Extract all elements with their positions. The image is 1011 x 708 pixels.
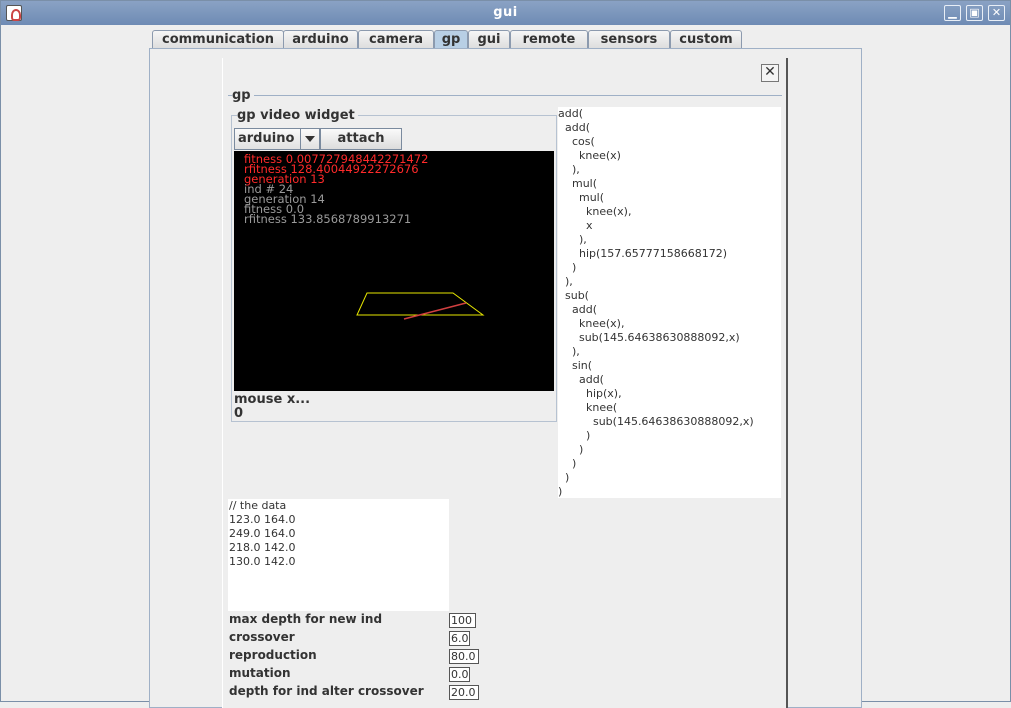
param-input[interactable]: 80.0 [449,649,479,664]
param-label: mutation [229,666,291,680]
tab-custom[interactable]: custom [670,30,742,49]
param-input[interactable]: 20.0 [449,685,479,700]
video-scene [356,292,485,320]
param-input[interactable]: 0.0 [449,667,470,682]
param-label: reproduction [229,648,317,662]
video-widget-title: gp video widget [237,108,358,123]
tab-sensors[interactable]: sensors [588,30,670,49]
window-title: gui [493,5,518,20]
param-label: depth for ind alter crossover [229,684,424,698]
close-window-button[interactable]: ✕ [988,5,1005,21]
mouse-value: 0 [234,406,244,421]
tab-remote[interactable]: remote [510,30,588,49]
param-label: crossover [229,630,295,644]
tab-communication[interactable]: communication [152,30,284,49]
tab-gp[interactable]: gp [434,30,468,49]
source-select-value: arduino [238,131,295,146]
program-tree-text[interactable]: add( add( cos( knee(x) ), mul( mul( knee… [558,107,781,498]
section-divider [228,95,782,96]
tab-gui[interactable]: gui [468,30,510,49]
param-input[interactable]: 6.0 [449,631,470,646]
param-label: max depth for new ind [229,612,383,626]
data-textarea[interactable]: // the data 123.0 164.0 249.0 164.0 218.… [228,499,449,611]
title-bar[interactable]: gui ▁ ▣ ✕ [1,1,1010,25]
close-panel-button[interactable]: ✕ [761,64,779,82]
minimize-button[interactable]: ▁ [944,5,961,21]
maximize-button[interactable]: ▣ [966,5,983,21]
section-title: gp [232,88,254,103]
mouse-label: mouse x... [234,392,311,407]
attach-button[interactable]: attach [320,128,402,150]
tab-camera[interactable]: camera [358,30,434,49]
video-display[interactable]: fitness 0.007727948442271472 rfitness 128… [234,151,554,391]
red-line-mark [403,302,467,320]
tab-arduino[interactable]: arduino [283,30,358,49]
chevron-down-icon[interactable] [300,129,319,149]
param-input[interactable]: 100 [449,613,476,628]
source-select[interactable]: arduino [234,128,320,150]
